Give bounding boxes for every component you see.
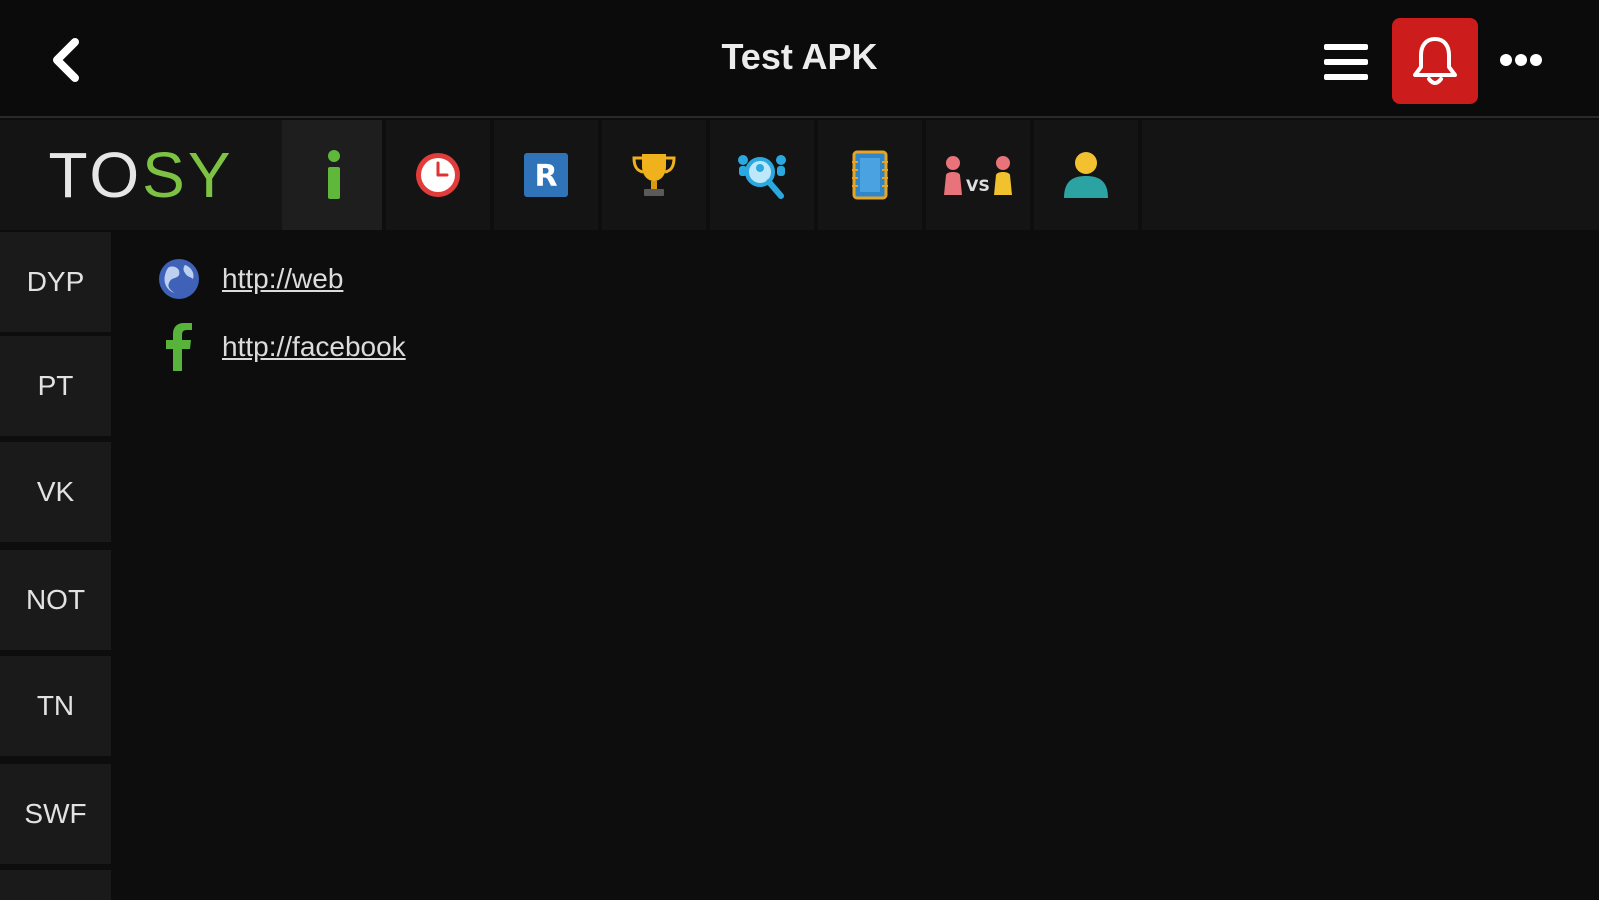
sidebar-item-swf[interactable]: SWF <box>0 764 111 864</box>
tab-info[interactable] <box>282 120 386 230</box>
sidebar-item-label: DYP <box>26 266 85 297</box>
sidebar-item-tn[interactable]: TN <box>0 656 111 756</box>
sidebar-item-label: NOT <box>25 584 86 615</box>
versus-icon: VS <box>944 156 1012 195</box>
info-icon <box>328 150 340 199</box>
clock-icon <box>416 153 460 197</box>
main-content: http://web http://facebook <box>111 232 1599 900</box>
facebook-link-row: http://facebook <box>156 322 406 372</box>
bell-icon <box>1413 37 1457 85</box>
facebook-link[interactable]: http://facebook <box>222 331 406 363</box>
sidebar-item-dyp[interactable]: DYP <box>0 232 111 332</box>
logo-text-white: TO <box>48 139 143 211</box>
sidebar-item-label: SWF <box>24 798 87 829</box>
tab-schedule[interactable] <box>386 120 490 230</box>
user-icon <box>1064 152 1108 198</box>
sidebar-item-partial[interactable] <box>0 870 111 900</box>
globe-icon <box>156 256 202 302</box>
more-options-button[interactable] <box>1494 40 1548 80</box>
web-link-row: http://web <box>156 254 343 304</box>
back-button[interactable] <box>40 30 90 90</box>
web-link[interactable]: http://web <box>222 263 343 295</box>
tab-rating[interactable]: R <box>494 120 598 230</box>
hamburger-menu-icon <box>1324 44 1368 80</box>
trophy-icon <box>632 154 676 196</box>
top-bar: Test APK <box>0 0 1599 118</box>
sidebar-item-vk[interactable]: VK <box>0 442 111 542</box>
sidebar-item-pt[interactable]: PT <box>0 336 111 436</box>
chevron-left-icon <box>53 38 79 82</box>
logo-text-green: SY <box>142 139 234 211</box>
sidebar: DYP PT VK NOT TN SWF <box>0 232 111 900</box>
facebook-icon <box>156 323 202 371</box>
tab-search-players[interactable] <box>710 120 814 230</box>
menu-button[interactable] <box>1318 34 1374 90</box>
sidebar-item-not[interactable]: NOT <box>0 550 111 650</box>
tab-versus[interactable]: VS <box>926 120 1030 230</box>
ellipsis-icon <box>1500 54 1542 66</box>
tab-notebook[interactable] <box>818 120 922 230</box>
sidebar-item-label: TN <box>36 690 75 721</box>
search-people-icon <box>738 155 786 199</box>
notebook-icon <box>852 150 888 200</box>
svg-text:R: R <box>534 159 557 194</box>
tab-trophy[interactable] <box>602 120 706 230</box>
sidebar-item-label: VK <box>36 476 75 507</box>
tab-profile[interactable] <box>1034 120 1138 230</box>
svg-text:VS: VS <box>966 176 990 195</box>
r-badge-icon: R <box>524 153 568 197</box>
icon-toolbar: TO SY R VS <box>0 120 1599 230</box>
sidebar-item-label: PT <box>37 370 74 401</box>
tosy-logo: TO SY <box>0 120 282 230</box>
notification-button[interactable] <box>1392 18 1478 104</box>
